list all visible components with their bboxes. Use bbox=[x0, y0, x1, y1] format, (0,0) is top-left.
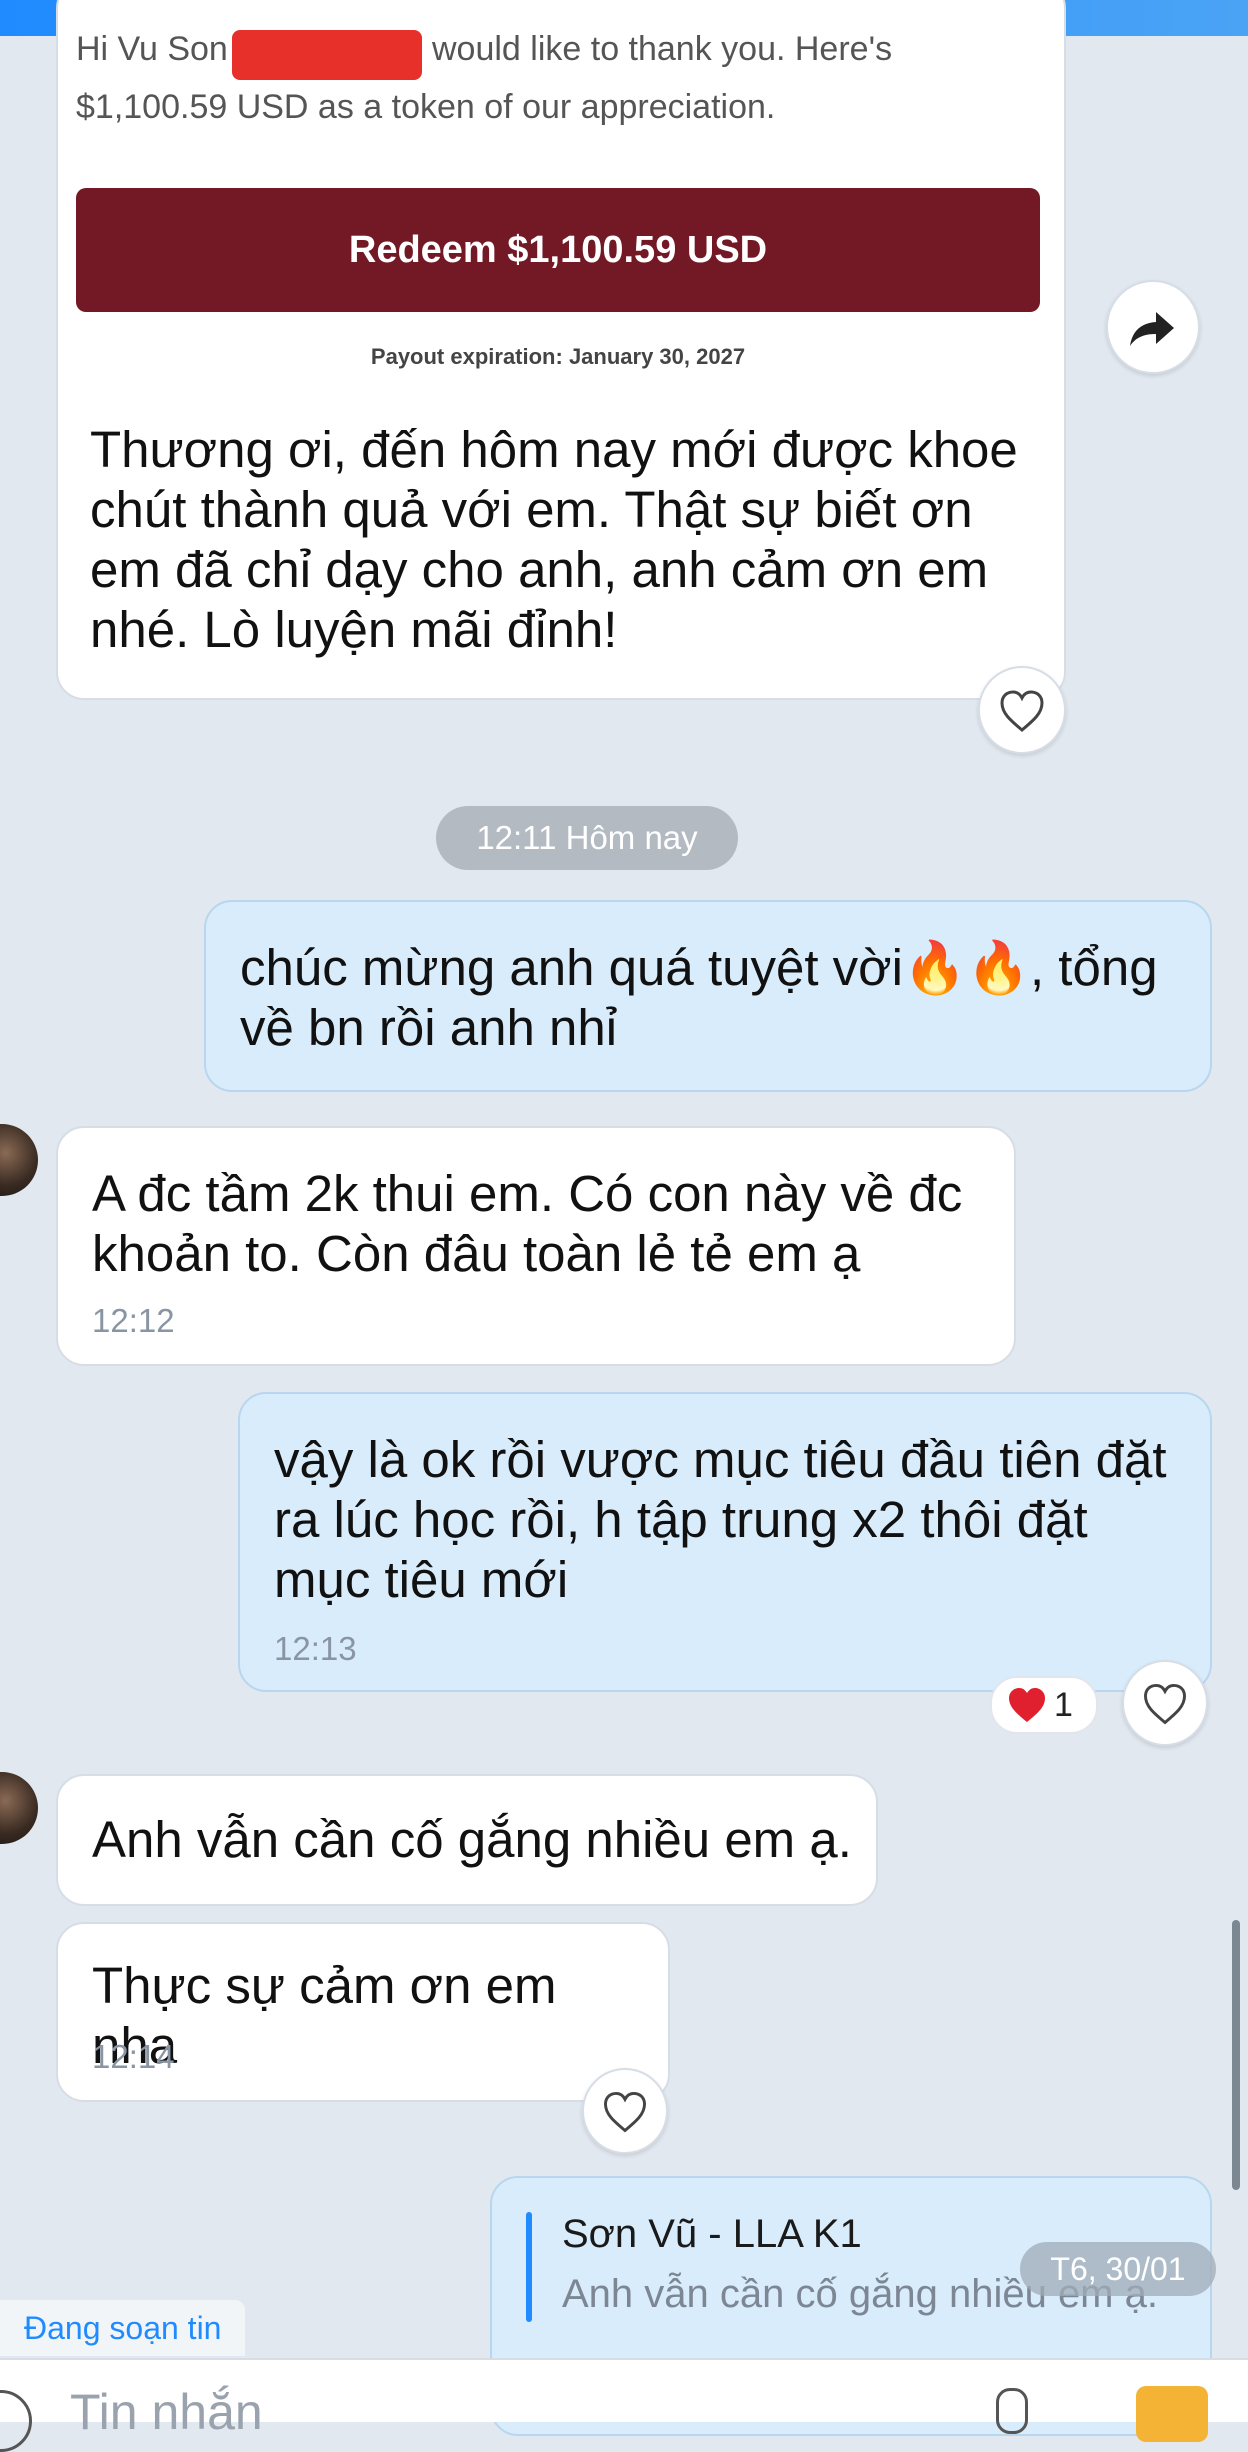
typing-status: Đang soạn tin bbox=[0, 2300, 246, 2356]
message-line: về bn rồi anh nhỉ bbox=[240, 999, 618, 1056]
microphone-icon[interactable] bbox=[996, 2388, 1028, 2434]
message-text: chúc mừng anh quá tuyệt vời🔥🔥, tổng về b… bbox=[240, 938, 1200, 1058]
red-heart-icon bbox=[1009, 1688, 1045, 1722]
message-input[interactable]: Tin nhắn bbox=[70, 2382, 263, 2442]
card-greeting-end: would like to thank you. Here's bbox=[432, 30, 893, 68]
received-message[interactable]: Thực sự cảm ơn em nha 12:14 bbox=[56, 1922, 670, 2102]
react-heart-button[interactable] bbox=[978, 666, 1066, 754]
share-arrow-icon bbox=[1130, 312, 1174, 346]
message-text: vậy là ok rồi vược mục tiêu đầu tiên đặt… bbox=[274, 1430, 1194, 1610]
message-time: 12:12 bbox=[92, 1302, 175, 1339]
payout-expiration: Payout expiration: January 30, 2027 bbox=[370, 344, 746, 369]
message-text: Anh vẫn cần cố gắng nhiều em ạ. bbox=[92, 1810, 872, 1870]
heart-icon bbox=[604, 2091, 646, 2133]
card-message-line: Thương ơi, đến hôm nay mới được khoe bbox=[90, 421, 1018, 478]
message-line: vậy là ok rồi vược mục tiêu đầu tiên đặt bbox=[274, 1431, 1167, 1488]
reaction-count: 1 bbox=[1054, 1686, 1073, 1724]
message-line: Thực sự cảm ơn em nha bbox=[92, 1957, 557, 2074]
quote-author: Sơn Vũ - LLA K1 bbox=[562, 2212, 862, 2256]
card-message-line: em đã chỉ dạy cho anh, anh cảm ơn em bbox=[90, 541, 989, 598]
forward-button[interactable] bbox=[1106, 280, 1200, 374]
reaction-chip[interactable]: 1 bbox=[990, 1676, 1098, 1734]
message-line: mục tiêu mới bbox=[274, 1551, 569, 1608]
react-heart-button[interactable] bbox=[1122, 1660, 1208, 1746]
heart-icon bbox=[1000, 690, 1044, 732]
received-message[interactable]: Anh vẫn cần cố gắng nhiều em ạ. bbox=[56, 1774, 878, 1906]
card-message-text: Thương ơi, đến hôm nay mới được khoe chú… bbox=[90, 420, 1030, 660]
date-badge: T6, 30/01 bbox=[1020, 2242, 1216, 2296]
heart-icon bbox=[1144, 1683, 1186, 1725]
card-message-line: nhé. Lò luyện mãi đỉnh! bbox=[90, 601, 618, 658]
card-greeting-start: Hi Vu Son bbox=[76, 30, 228, 68]
sent-message[interactable]: vậy là ok rồi vược mục tiêu đầu tiên đặt… bbox=[238, 1392, 1212, 1692]
card-greeting-line2: $1,100.59 USD as a token of our apprecia… bbox=[76, 88, 776, 126]
card-message-line: chút thành quả với em. Thật sự biết ơn bbox=[90, 481, 973, 538]
message-text: A đc tầm 2k thui em. Có con này về đc kh… bbox=[92, 1164, 992, 1284]
redeem-button[interactable]: Redeem $1,100.59 USD bbox=[76, 188, 1040, 312]
message-line: Anh vẫn cần cố gắng nhiều em ạ. bbox=[92, 1811, 852, 1868]
message-time: 12:14 bbox=[92, 2038, 175, 2075]
message-line: A đc tầm 2k thui em. Có con này về đc bbox=[92, 1165, 963, 1222]
avatar[interactable] bbox=[0, 1124, 38, 1196]
card-greeting: Hi Vu Son bbox=[76, 22, 256, 76]
emoji-icon[interactable] bbox=[0, 2390, 32, 2452]
react-heart-button[interactable] bbox=[582, 2068, 668, 2154]
quote-bar bbox=[526, 2212, 532, 2322]
message-input-bar: Tin nhắn bbox=[0, 2358, 1248, 2452]
redacted-name bbox=[232, 30, 422, 80]
message-line: khoản to. Còn đâu toàn lẻ tẻ em ạ bbox=[92, 1225, 861, 1282]
received-message[interactable]: A đc tầm 2k thui em. Có con này về đc kh… bbox=[56, 1126, 1016, 1366]
sent-message[interactable]: chúc mừng anh quá tuyệt vời🔥🔥, tổng về b… bbox=[204, 900, 1212, 1092]
message-text: Thực sự cảm ơn em nha bbox=[92, 1956, 652, 2076]
time-divider: 12:11 Hôm nay bbox=[436, 806, 738, 870]
message-line: ra lúc học rồi, h tập trung x2 thôi đặt bbox=[274, 1491, 1088, 1548]
message-line: chúc mừng anh quá tuyệt vời🔥🔥, tổng bbox=[240, 939, 1158, 996]
message-time: 12:13 bbox=[274, 1630, 357, 1667]
avatar[interactable] bbox=[0, 1772, 38, 1844]
scrollbar[interactable] bbox=[1232, 1920, 1240, 2190]
image-icon[interactable] bbox=[1136, 2386, 1208, 2442]
